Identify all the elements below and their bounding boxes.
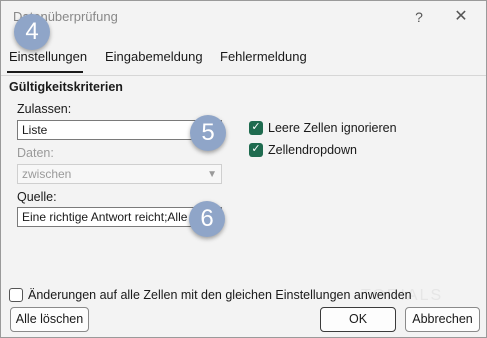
in-cell-dropdown-label: Zellendropdown [268,143,357,157]
apply-all-label: Änderungen auf alle Zellen mit den gleic… [28,288,412,302]
allow-select-value: Liste [22,123,48,137]
tab-einstellungen[interactable]: Einstellungen [9,49,87,64]
allow-label: Zulassen: [17,102,72,116]
tab-fehlermeldung[interactable]: Fehlermeldung [220,49,307,64]
step-badge-6: 6 [189,201,225,237]
in-cell-dropdown-checkbox[interactable]: ✓ [249,143,263,157]
title-bar: Datenüberprüfung ? ✕ [1,1,486,33]
data-select-value: zwischen [22,167,72,181]
clear-all-button[interactable]: Alle löschen [10,307,89,332]
close-icon[interactable]: ✕ [449,5,473,29]
chevron-down-icon: ▼ [207,169,217,180]
tab-eingabemeldung[interactable]: Eingabemeldung [105,49,203,64]
data-select[interactable]: zwischen ▼ [17,164,222,184]
ignore-blank-label: Leere Zellen ignorieren [268,121,397,135]
step-badge-4: 4 [14,14,50,50]
step-badge-5: 5 [190,115,226,151]
cancel-button[interactable]: Abbrechen [405,307,480,332]
data-label: Daten: [17,146,54,160]
source-input-value: Eine richtige Antwort reicht;Alle A [22,210,199,224]
criteria-heading: Gültigkeitskriterien [9,80,123,94]
ignore-blank-checkbox[interactable]: ✓ [249,121,263,135]
apply-all-checkbox[interactable] [9,288,23,302]
help-button[interactable]: ? [407,5,431,29]
settings-panel: Gültigkeitskriterien Zulassen: Liste Dat… [1,76,486,281]
source-label: Quelle: [17,190,57,204]
ok-button[interactable]: OK [320,307,396,332]
tab-bar: Einstellungen Eingabemeldung Fehlermeldu… [1,39,486,76]
active-tab-indicator [7,71,83,73]
data-validation-dialog: Datenüberprüfung ? ✕ Einstellungen Einga… [0,0,487,338]
